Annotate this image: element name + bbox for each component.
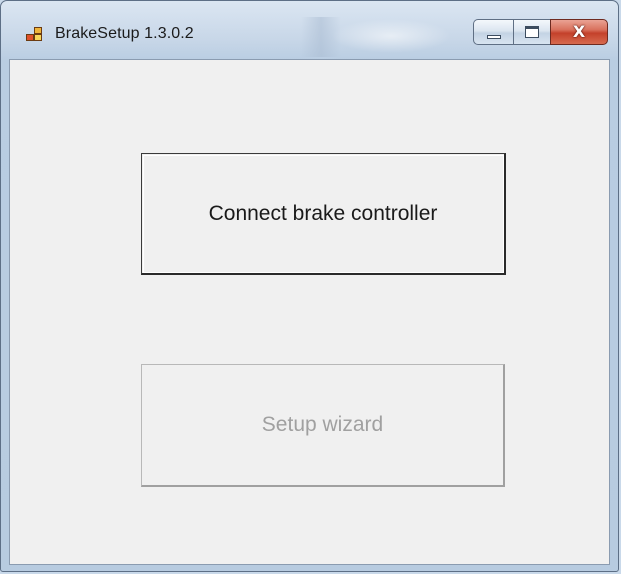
caption-buttons: X — [473, 19, 608, 45]
client-area: Connect brake controller Setup wizard — [9, 59, 610, 565]
minimize-button[interactable] — [473, 19, 513, 45]
application-icon[interactable] — [26, 27, 46, 43]
app-icon-square-yellow — [34, 34, 42, 41]
window-title: BrakeSetup 1.3.0.2 — [55, 25, 194, 42]
setup-wizard-button-label: Setup wizard — [261, 413, 384, 436]
setup-wizard-button[interactable]: Setup wizard — [141, 364, 505, 487]
maximize-button[interactable] — [513, 19, 550, 45]
app-icon-square-red — [26, 34, 34, 41]
connect-brake-controller-button[interactable]: Connect brake controller — [141, 153, 506, 275]
minimize-icon — [486, 35, 501, 39]
app-icon-square-orange — [34, 27, 42, 34]
close-icon: X — [572, 22, 586, 41]
close-button[interactable]: X — [550, 19, 608, 45]
title-bar-glow — [331, 19, 451, 53]
title-bar[interactable]: BrakeSetup 1.3.0.2 X — [1, 1, 618, 67]
connect-button-label: Connect brake controller — [208, 201, 438, 225]
app-window: BrakeSetup 1.3.0.2 X Connect brake contr… — [0, 0, 619, 572]
maximize-icon — [525, 26, 539, 38]
